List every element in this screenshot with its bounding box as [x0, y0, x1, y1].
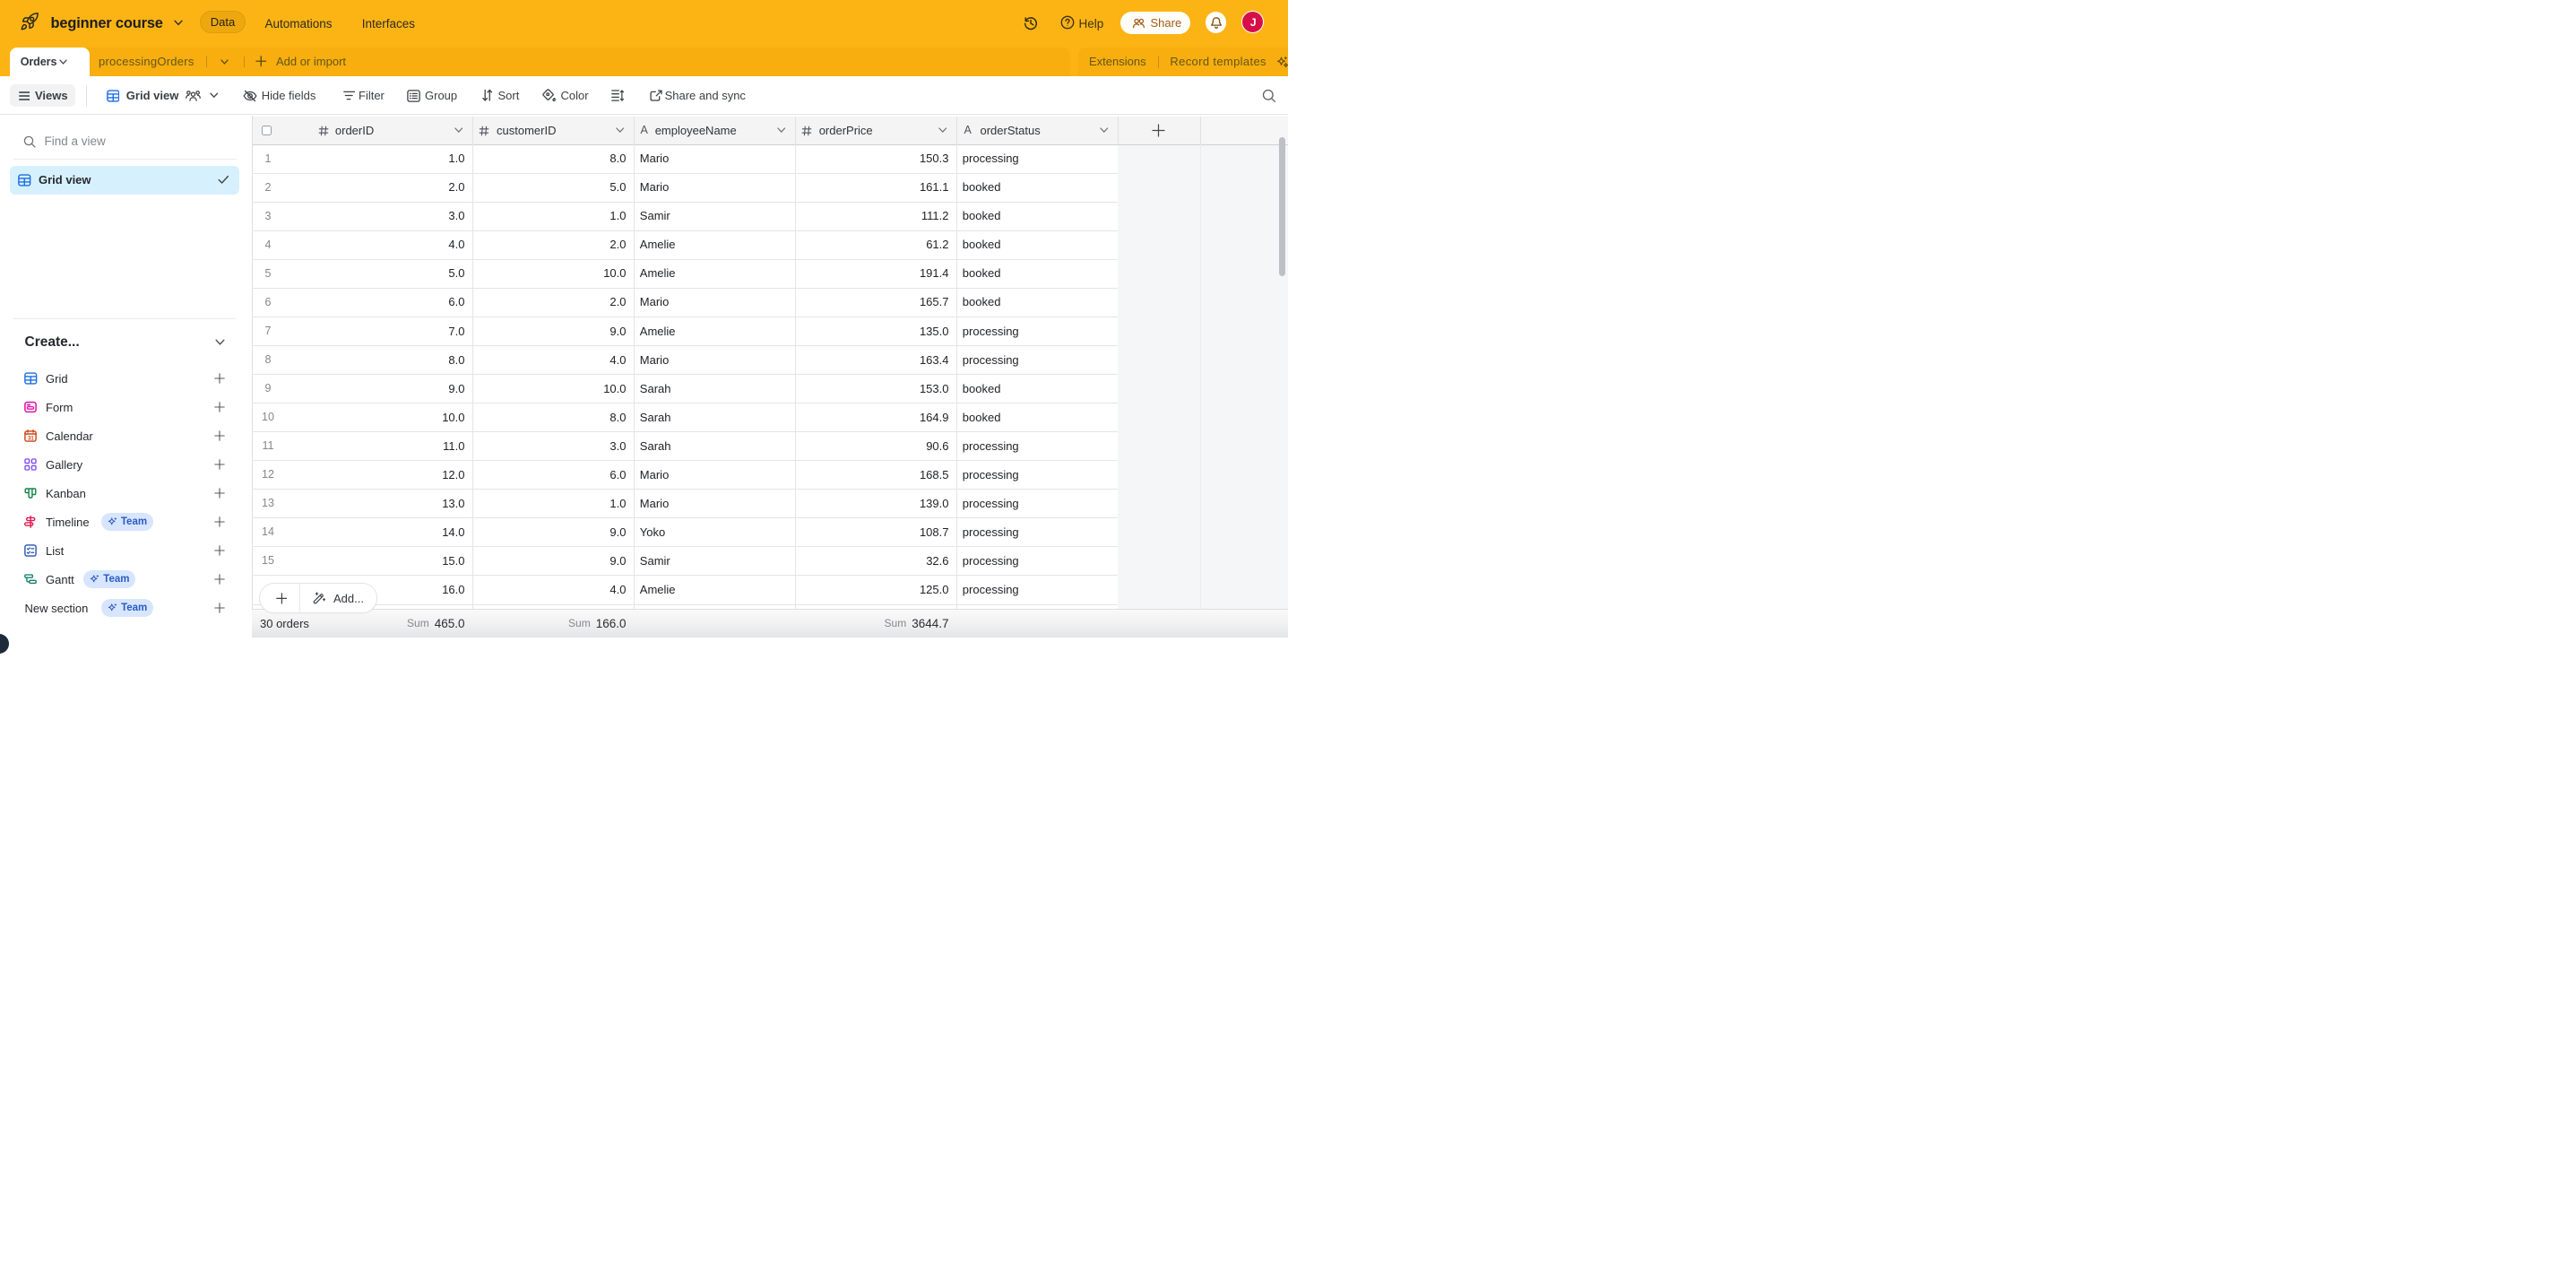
svg-text:31: 31 — [28, 436, 34, 441]
